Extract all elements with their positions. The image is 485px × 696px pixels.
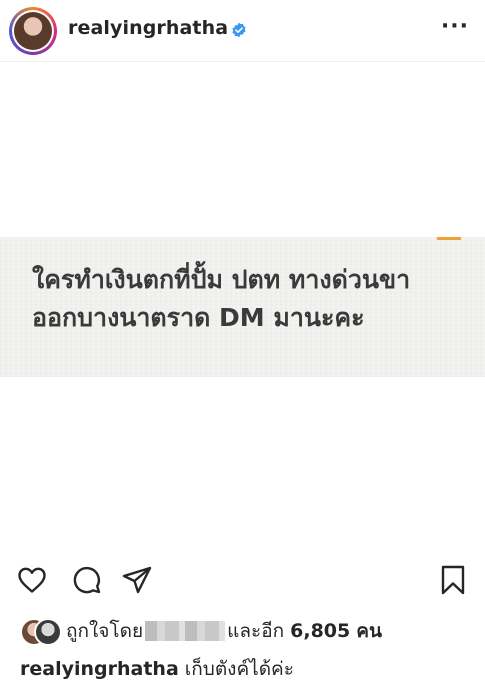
more-icon[interactable]: ··· bbox=[441, 16, 469, 38]
note-paper: ใครทำเงินตกที่ปั้ม ปตท ทางด่วนขา ออกบางน… bbox=[0, 237, 485, 377]
bookmark-icon[interactable] bbox=[437, 564, 469, 596]
blurred-username bbox=[145, 621, 226, 641]
profile-avatar[interactable] bbox=[9, 7, 57, 55]
comment-icon[interactable] bbox=[70, 564, 102, 596]
likes-text: ถูกใจโดย และอีก 6,805 คน bbox=[66, 616, 382, 646]
liker-avatars bbox=[20, 618, 62, 646]
instagram-post: realyingrhatha ··· ใครทำเงินตกที่ปั้ม ปต… bbox=[0, 0, 485, 696]
likes-row[interactable]: ถูกใจโดย และอีก 6,805 คน bbox=[20, 614, 382, 648]
avatar-inner bbox=[12, 10, 54, 52]
likes-prefix: ถูกใจโดย bbox=[66, 620, 144, 642]
liker-avatar bbox=[34, 618, 62, 646]
verified-icon bbox=[232, 22, 246, 38]
post-header: realyingrhatha ··· bbox=[0, 0, 485, 62]
image-text: ใครทำเงินตกที่ปั้ม ปตท ทางด่วนขา ออกบางน… bbox=[32, 261, 410, 337]
username-link[interactable]: realyingrhatha bbox=[68, 17, 228, 39]
caption-text: เก็บตังค์ได้ค่ะ bbox=[184, 658, 294, 680]
caption: realyingrhatha เก็บตังค์ได้ค่ะ bbox=[20, 654, 294, 684]
post-image[interactable]: ใครทำเงินตกที่ปั้ม ปตท ทางด่วนขา ออกบางน… bbox=[0, 62, 485, 558]
paper-mark bbox=[437, 237, 461, 240]
likes-count[interactable]: 6,805 bbox=[290, 620, 350, 642]
heart-icon[interactable] bbox=[16, 564, 48, 596]
avatar-photo bbox=[14, 12, 52, 50]
action-bar bbox=[0, 560, 485, 604]
image-text-line-1: ใครทำเงินตกที่ปั้ม ปตท ทางด่วนขา bbox=[32, 265, 411, 294]
share-icon[interactable] bbox=[121, 564, 153, 596]
image-text-line-2: ออกบางนาตราด DM มานะคะ bbox=[32, 303, 365, 332]
likes-suffix: คน bbox=[356, 620, 382, 642]
caption-username[interactable]: realyingrhatha bbox=[20, 658, 179, 680]
likes-and-more: และอีก bbox=[227, 620, 285, 642]
